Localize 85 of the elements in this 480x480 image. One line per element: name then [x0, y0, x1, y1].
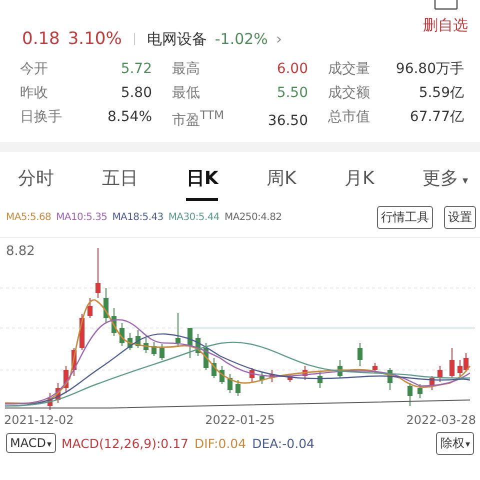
candlestick	[48, 392, 52, 410]
stat-value: 8.54%	[108, 109, 152, 125]
date-label: 2022-01-25	[205, 412, 275, 427]
candlestick	[176, 312, 180, 346]
chart-tab[interactable]: 日K	[186, 162, 218, 201]
candlestick	[260, 371, 264, 384]
candlestick	[152, 341, 156, 356]
stat-value: 6.00	[276, 61, 308, 77]
moving-average-value: MA5:5.68	[6, 212, 52, 224]
chart-tab[interactable]: 五日	[102, 162, 138, 201]
candlestick	[318, 371, 322, 388]
candlestick	[408, 382, 412, 406]
remove-watchlist-button[interactable]: 删自选	[423, 16, 468, 35]
date-label: 2022-03-28	[406, 412, 476, 427]
stat-value: 36.50	[268, 112, 308, 129]
candlestick	[72, 347, 76, 376]
chart-tab[interactable]: 分时	[18, 162, 54, 201]
candlestick	[430, 375, 434, 390]
chart-tab[interactable]: 月K	[344, 162, 374, 201]
price-change: 0.18	[22, 29, 60, 49]
candlestick	[236, 379, 240, 396]
stat-value: 67.77亿	[410, 108, 464, 126]
sector-arrow[interactable]: ›	[276, 30, 282, 48]
stat-label: 日换手	[20, 108, 62, 126]
candlestick	[388, 367, 392, 390]
percent-change: 3.10%	[68, 29, 122, 49]
watchlist-icon[interactable]	[434, 0, 458, 10]
candlestick	[372, 362, 378, 374]
macd-value: MACD(12,26,9):0.17	[62, 436, 188, 451]
candlestick	[302, 365, 308, 380]
stat-label: 最高	[172, 60, 200, 78]
stat-value: 5.72	[120, 61, 152, 77]
stat-value: 96.80万手	[396, 60, 464, 78]
chart-tab[interactable]: 更多 ▾	[422, 162, 468, 201]
adjustment-dropdown[interactable]: 除权▾	[436, 432, 474, 455]
candlestick	[104, 287, 108, 324]
candlestick	[196, 333, 200, 356]
candlestick	[80, 313, 84, 350]
candlestick	[228, 373, 232, 394]
candlestick	[250, 367, 254, 382]
chart-tool-button[interactable]: 行情工具	[377, 206, 433, 230]
candlestick	[112, 307, 116, 336]
sector-change: -1.02%	[214, 30, 268, 48]
candlestick	[450, 347, 454, 378]
candlestick	[160, 343, 164, 360]
stat-value: 5.50	[276, 85, 308, 101]
stat-label: 成交量	[328, 60, 370, 78]
candlestick	[438, 365, 442, 382]
candlestick	[204, 342, 208, 370]
date-label: 2021-12-02	[4, 412, 74, 427]
moving-average-value: MA10:5.35	[56, 212, 108, 224]
stat-label: 昨收	[20, 84, 48, 102]
moving-average-value: MA250:4.82	[224, 212, 282, 224]
moving-average-value: MA30:5.44	[168, 212, 220, 224]
candlestick	[136, 329, 140, 348]
axis-label: 8.82	[6, 244, 35, 259]
chart-tool-button[interactable]: 设置	[444, 206, 476, 230]
candlestick	[120, 322, 124, 346]
candlestick	[88, 297, 92, 318]
candlestick	[288, 373, 292, 382]
indicator-dropdown[interactable]: MACD▾	[6, 433, 56, 454]
candlestick	[128, 332, 132, 350]
candlestick	[188, 327, 192, 358]
stat-label: 今开	[20, 60, 48, 78]
dif-value: DIF:0.04	[194, 436, 246, 451]
candlestick	[212, 357, 216, 378]
dea-value: DEA:-0.04	[252, 436, 314, 451]
moving-average-value: MA18:5.43	[112, 212, 164, 224]
candlestick	[358, 342, 362, 366]
candlestick	[338, 359, 342, 378]
sector-name[interactable]: 电网设备	[146, 30, 207, 48]
candlestick	[418, 383, 422, 398]
stat-label: 成交额	[328, 84, 370, 102]
candlestick	[220, 365, 224, 384]
candlestick	[96, 247, 100, 298]
stat-label: 最低	[172, 84, 200, 102]
stat-label: 市盈$^{TTM}$	[172, 108, 224, 130]
stat-value: 5.59亿	[418, 84, 464, 102]
stat-label: 总市值	[328, 108, 370, 126]
candlestick	[56, 382, 60, 404]
candlestick	[270, 369, 274, 382]
chart-tab[interactable]: 周K	[266, 162, 296, 201]
stat-value: 5.80	[120, 85, 152, 101]
candlestick	[144, 337, 148, 354]
candlestick	[64, 365, 68, 394]
